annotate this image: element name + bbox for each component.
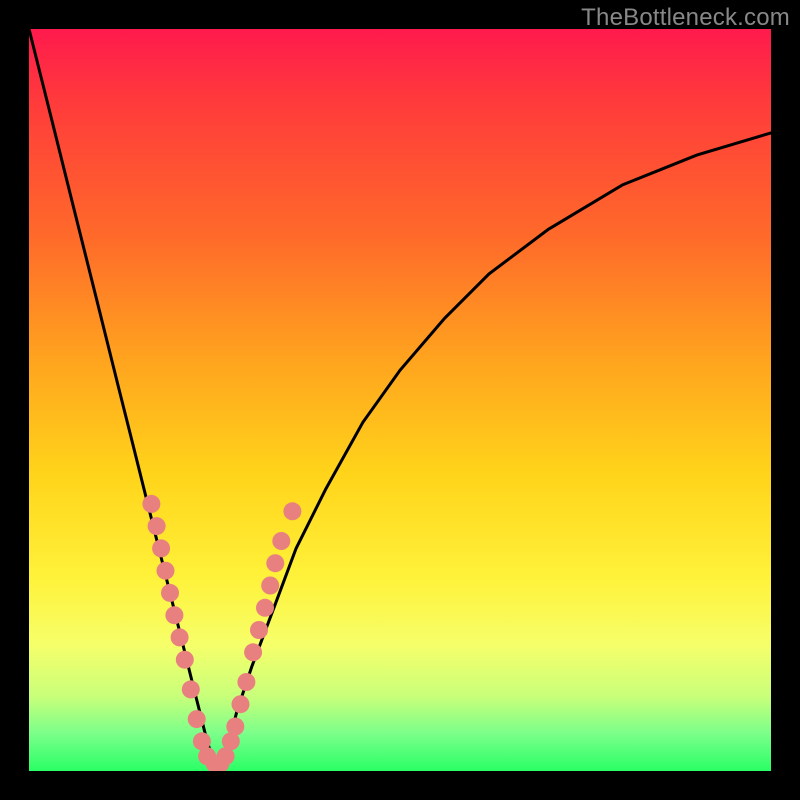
watermark-text: TheBottleneck.com xyxy=(581,4,790,32)
marker-dot xyxy=(161,584,179,602)
marker-dot xyxy=(272,532,290,550)
marker-dot xyxy=(148,517,166,535)
chart-svg xyxy=(29,29,771,771)
marker-dot xyxy=(157,562,175,580)
marker-dot xyxy=(232,695,250,713)
marker-dot xyxy=(237,673,255,691)
marker-dot xyxy=(165,606,183,624)
marker-dot xyxy=(283,502,301,520)
marker-dot xyxy=(152,539,170,557)
marker-dot xyxy=(266,554,284,572)
marker-dot xyxy=(244,643,262,661)
marker-dot xyxy=(256,599,274,617)
chart-area xyxy=(29,29,771,771)
marker-dot xyxy=(188,710,206,728)
marker-dot xyxy=(261,577,279,595)
bottleneck-curve xyxy=(29,29,771,764)
marker-dot xyxy=(171,628,189,646)
marker-dot xyxy=(182,680,200,698)
marker-dot xyxy=(176,651,194,669)
marker-group xyxy=(142,495,301,771)
marker-dot xyxy=(142,495,160,513)
marker-dot xyxy=(226,718,244,736)
marker-dot xyxy=(250,621,268,639)
